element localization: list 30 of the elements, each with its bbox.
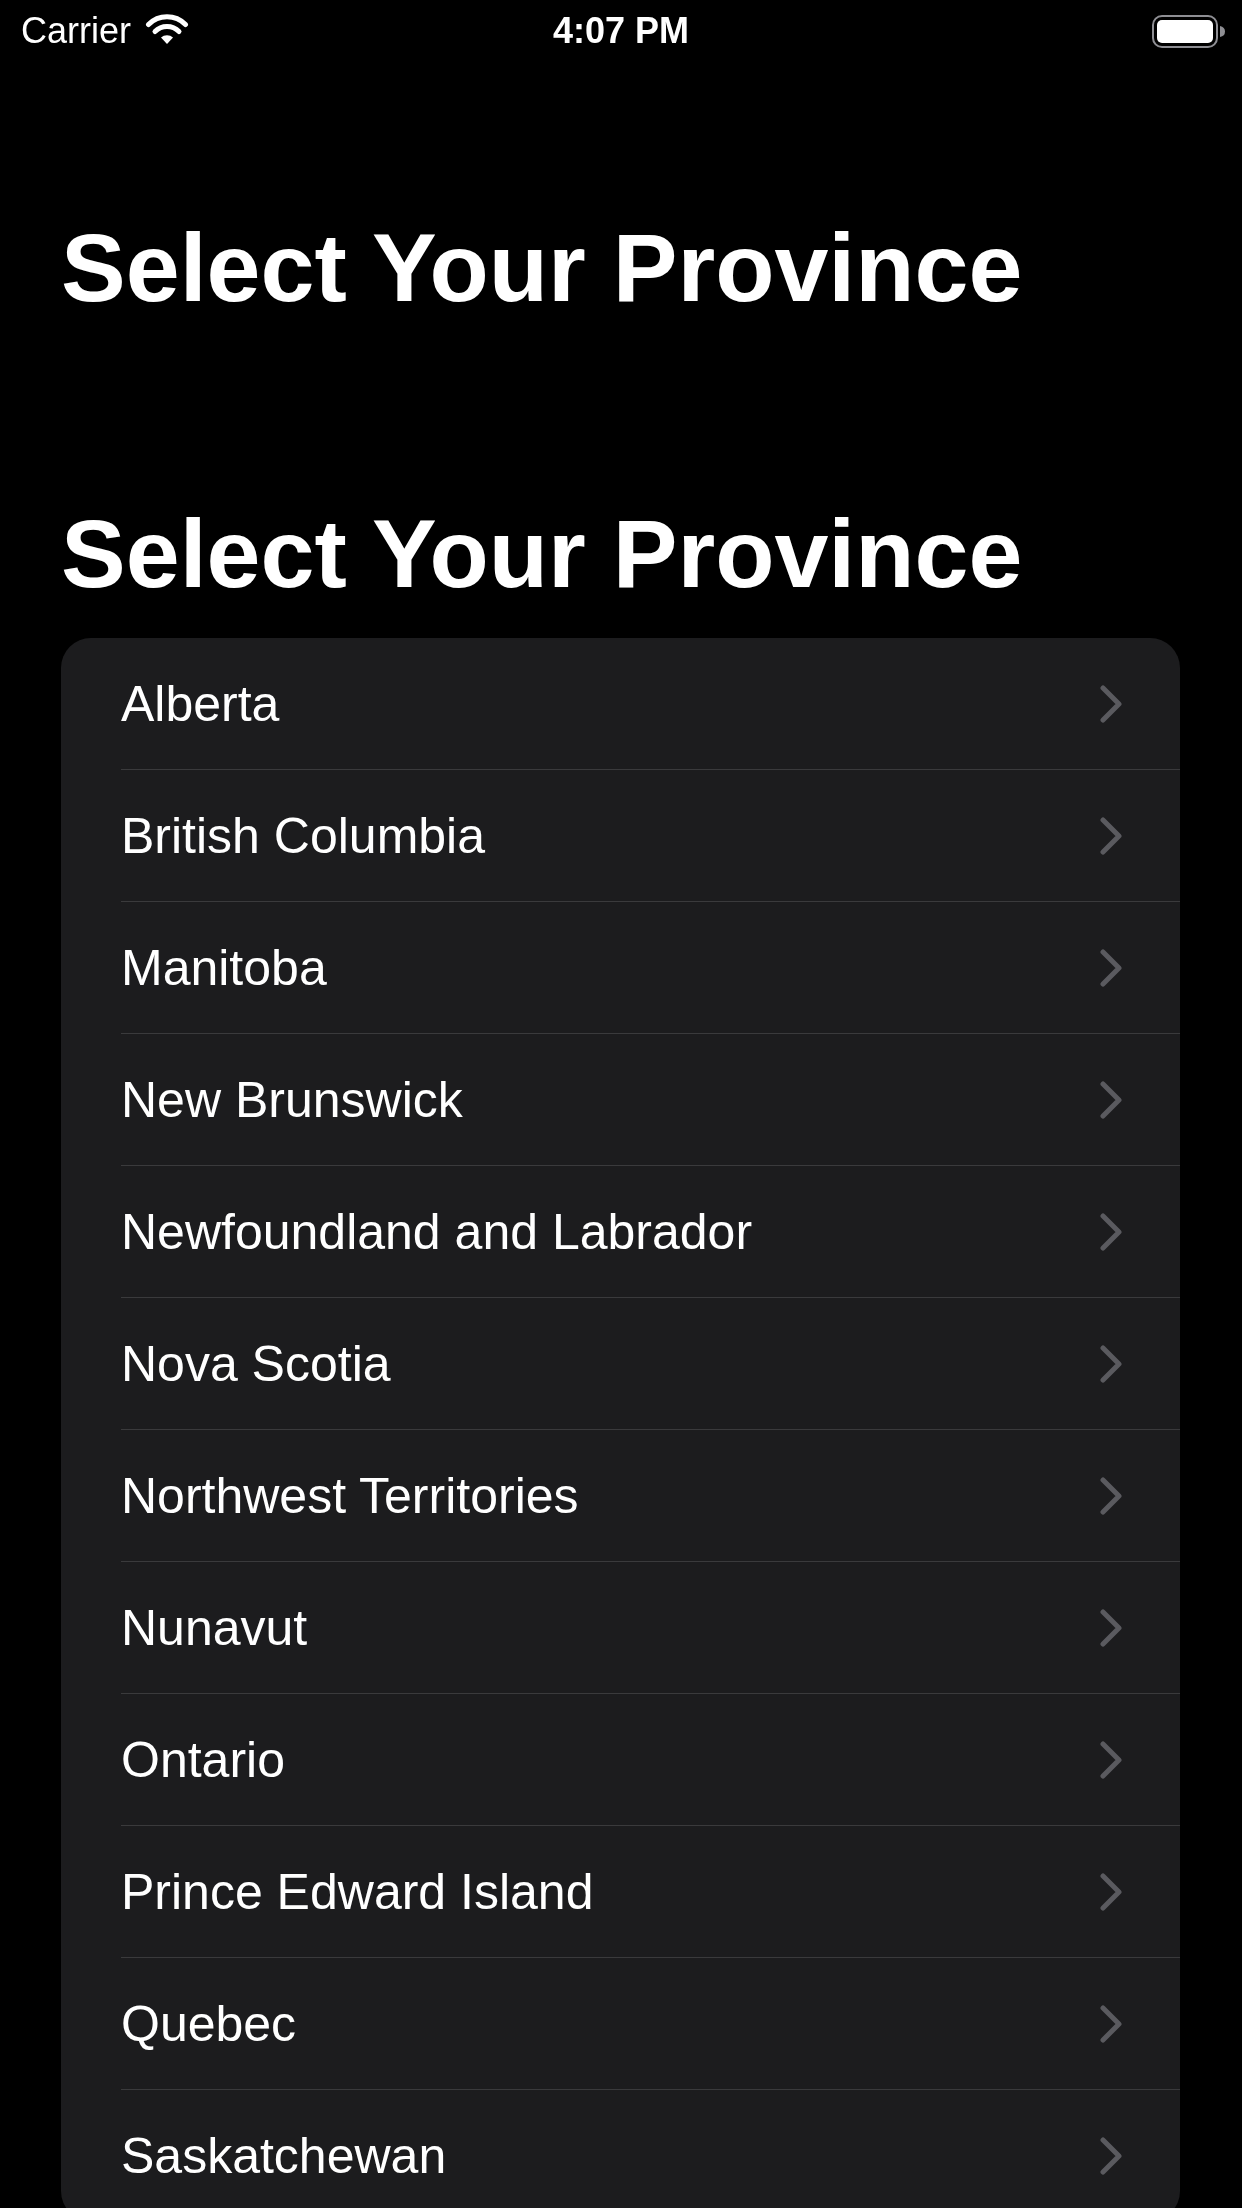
section-title: Select Your Province <box>61 498 1023 610</box>
chevron-right-icon <box>1100 1080 1122 1119</box>
province-list-item[interactable]: Nova Scotia <box>61 1298 1180 1429</box>
province-list-item[interactable]: New Brunswick <box>61 1034 1180 1165</box>
chevron-right-icon <box>1100 1344 1122 1383</box>
province-list-item[interactable]: Alberta <box>61 638 1180 769</box>
province-list-item[interactable]: Prince Edward Island <box>61 1826 1180 1957</box>
province-list-item[interactable]: British Columbia <box>61 770 1180 901</box>
province-list-item[interactable]: Ontario <box>61 1694 1180 1825</box>
chevron-right-icon <box>1100 1476 1122 1515</box>
chevron-right-icon <box>1100 2004 1122 2043</box>
province-list-item[interactable]: Manitoba <box>61 902 1180 1033</box>
province-list-item[interactable]: Nunavut <box>61 1562 1180 1693</box>
chevron-right-icon <box>1100 1740 1122 1779</box>
province-list-item[interactable]: Quebec <box>61 1958 1180 2089</box>
battery-icon <box>1152 14 1226 48</box>
province-list-item[interactable]: Northwest Territories <box>61 1430 1180 1561</box>
province-list-item[interactable]: Saskatchewan <box>61 2090 1180 2208</box>
wifi-icon <box>145 13 189 45</box>
carrier-name: Carrier <box>21 10 131 52</box>
chevron-right-icon <box>1100 1872 1122 1911</box>
chevron-right-icon <box>1100 816 1122 855</box>
chevron-right-icon <box>1100 2136 1122 2175</box>
chevron-right-icon <box>1100 948 1122 987</box>
page-title: Select Your Province <box>61 212 1023 324</box>
status-time: 4:07 PM <box>552 10 690 52</box>
chevron-right-icon <box>1100 1212 1122 1251</box>
province-list-item[interactable]: Newfoundland and Labrador <box>61 1166 1180 1297</box>
chevron-right-icon <box>1100 1608 1122 1647</box>
chevron-right-icon <box>1100 684 1122 723</box>
